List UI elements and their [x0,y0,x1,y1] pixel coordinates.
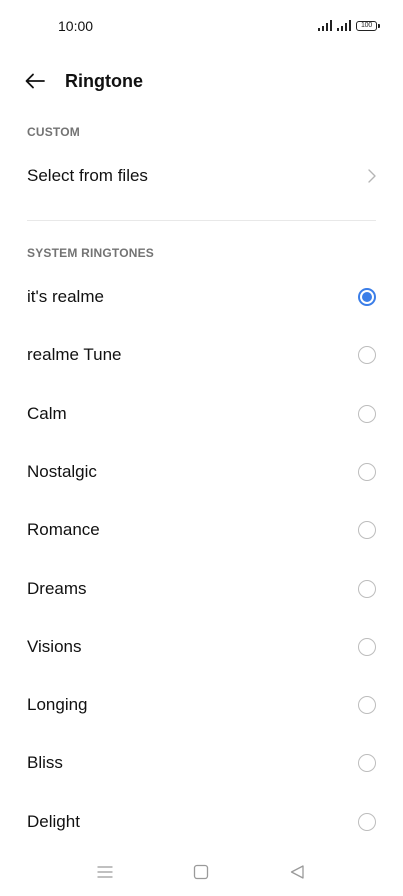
ringtone-row[interactable]: Longing [0,676,403,734]
ringtone-label: it's realme [27,287,104,306]
status-icons: 100 [318,20,380,31]
nav-menu-button[interactable] [93,862,117,882]
radio-unselected-icon[interactable] [358,521,376,540]
app-header: Ringtone [0,54,403,108]
radio-unselected-icon[interactable] [358,579,376,598]
ringtone-row[interactable]: Romance [0,501,403,559]
battery-icon: 100 [356,20,380,31]
navigation-bar [0,852,403,896]
radio-unselected-icon[interactable] [358,404,376,423]
select-from-files-row[interactable]: Select from files [0,147,403,205]
ringtone-label: Delight [27,811,80,831]
ringtone-label: Dreams [27,578,87,598]
menu-icon [97,866,113,878]
page-title: Ringtone [65,71,143,91]
triangle-back-icon [290,865,304,879]
section-header-custom: CUSTOM [27,125,80,139]
ringtone-row[interactable]: realme Tune [0,326,403,384]
radio-unselected-icon[interactable] [358,812,376,831]
ringtone-row[interactable]: Dreams [0,560,403,618]
radio-unselected-icon[interactable] [358,637,376,656]
section-divider [27,220,376,221]
radio-unselected-icon[interactable] [358,462,376,481]
signal-icon [318,20,332,31]
ringtone-row[interactable]: Delight [0,793,403,851]
ringtone-row[interactable]: Nostalgic [0,443,403,501]
ringtone-row[interactable]: it's realme [0,268,403,326]
back-button[interactable] [22,68,48,94]
ringtone-label: Romance [27,520,100,540]
nav-back-button[interactable] [285,862,309,882]
battery-level: 100 [360,22,373,29]
square-home-icon [193,864,209,880]
radio-selected-icon[interactable] [358,288,376,306]
radio-unselected-icon[interactable] [358,696,376,715]
signal-icon [337,20,351,31]
radio-unselected-icon[interactable] [358,754,376,773]
nav-home-button[interactable] [189,862,213,882]
ringtone-row[interactable]: Bliss [0,734,403,792]
section-header-system-ringtones: SYSTEM RINGTONES [27,246,154,260]
radio-unselected-icon[interactable] [358,346,376,365]
ringtone-label: Longing [27,695,88,715]
ringtone-label: Nostalgic [27,461,97,481]
ringtone-row[interactable]: Calm [0,385,403,443]
chevron-right-icon [368,169,376,183]
ringtone-label: Calm [27,403,67,423]
arrow-left-icon [25,73,45,89]
ringtone-row[interactable]: Visions [0,618,403,676]
ringtone-label: Bliss [27,753,63,773]
status-bar: 10:00 100 [0,0,403,54]
status-time: 10:00 [58,18,94,34]
select-from-files-label: Select from files [27,166,148,185]
ringtone-label: Visions [27,636,82,656]
ringtone-label: realme Tune [27,345,122,365]
